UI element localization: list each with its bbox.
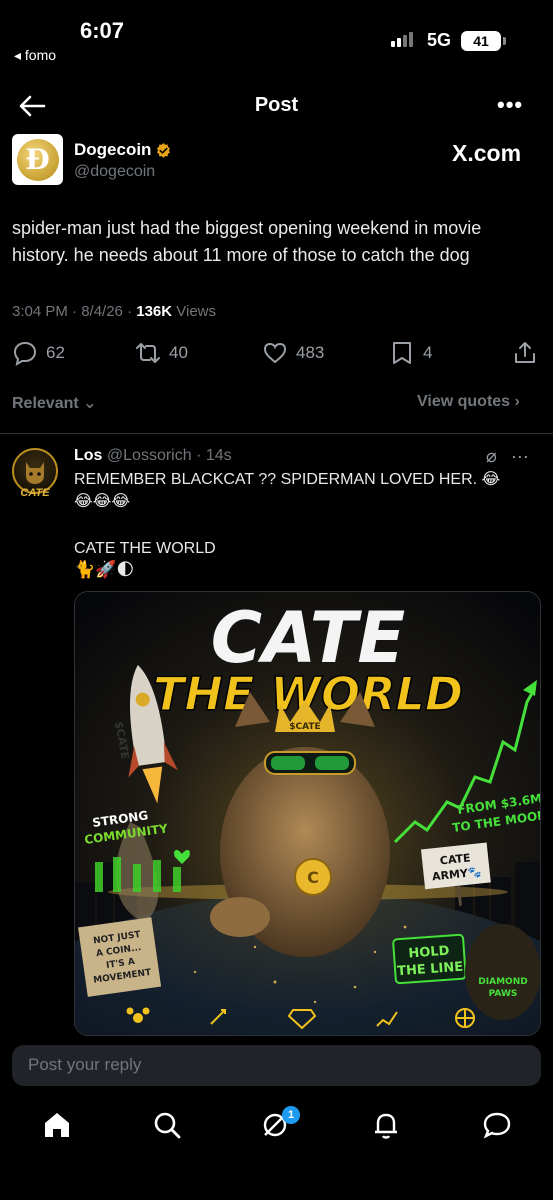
post-timestamp: 3:04 PM · 8/4/26 · xyxy=(12,303,137,320)
page-title: Post xyxy=(254,94,299,116)
like-action[interactable]: 483 xyxy=(262,340,324,366)
post-meta: 3:04 PM · 8/4/26 · 136K Views xyxy=(12,303,216,320)
svg-text:C: C xyxy=(307,868,319,887)
bookmark-action[interactable]: 4 xyxy=(389,340,432,366)
reply-count: 62 xyxy=(46,343,65,362)
reply-line2: CATE THE WORLD xyxy=(74,540,216,557)
share-icon xyxy=(515,342,535,363)
reply-text: REMEMBER BLACKCAT ?? SPIDERMAN LOVED HER… xyxy=(74,469,534,513)
home-icon[interactable] xyxy=(40,1108,74,1142)
crown-label: $CATE xyxy=(289,722,320,732)
reply-line1b: 😂😂😂 xyxy=(74,493,131,510)
notification-badge: 1 xyxy=(282,1106,300,1124)
heart-icon xyxy=(263,342,287,364)
source-label: X.com xyxy=(452,140,522,166)
reply-handle-time: @Lossorich · 14s xyxy=(106,447,232,464)
divider xyxy=(0,433,553,434)
dogecoin-logo-icon: Ð xyxy=(16,138,59,181)
avatar[interactable]: Ð xyxy=(12,134,63,185)
reply-action[interactable]: 62 xyxy=(12,340,65,366)
verified-badge-icon xyxy=(157,142,171,158)
network-type: 5G xyxy=(427,30,452,50)
reply-input[interactable]: Post your reply xyxy=(12,1045,541,1086)
post-text: spider-man just had the biggest opening … xyxy=(12,218,482,265)
battery-icon: 41 xyxy=(461,31,501,51)
views-count: 136K xyxy=(136,303,173,320)
author-name[interactable]: Dogecoin xyxy=(74,140,172,160)
view-quotes-link[interactable]: View quotes › xyxy=(417,393,520,411)
cate-poster-image: CATE THE WORLD $CATE $CATE C STRONG COMM… xyxy=(75,592,540,1035)
status-time: 6:07 xyxy=(80,18,125,43)
reply-image[interactable]: CATE THE WORLD $CATE $CATE C STRONG COMM… xyxy=(74,591,541,1036)
reply-avatar-label: CATE xyxy=(20,487,50,499)
cat-icon xyxy=(26,462,44,484)
signal-icon xyxy=(391,32,413,47)
author-handle[interactable]: @dogecoin xyxy=(74,163,155,181)
more-options-icon[interactable]: ••• xyxy=(497,92,523,118)
reply-line1: REMEMBER BLACKCAT ?? SPIDERMAN LOVED HER… xyxy=(74,471,501,488)
relevance-filter[interactable]: Relevant ⌄ xyxy=(12,393,97,413)
notifications-bell-icon[interactable] xyxy=(369,1108,403,1142)
reply-emojis: 🐈🚀🌓 xyxy=(74,560,135,579)
repost-icon xyxy=(136,343,160,363)
bookmark-icon xyxy=(393,342,411,364)
repost-count: 40 xyxy=(169,343,188,362)
views-label: Views xyxy=(172,303,217,320)
share-action[interactable] xyxy=(512,340,538,366)
battery-cap xyxy=(503,37,506,45)
back-to-app-link[interactable]: ◂ fomo xyxy=(14,47,56,64)
grok-icon[interactable]: ⌀ xyxy=(486,446,497,467)
messages-icon[interactable] xyxy=(480,1108,514,1142)
bookmark-count: 4 xyxy=(423,343,433,362)
hold-line-1: HOLD xyxy=(408,944,450,962)
reply-author-name: Los xyxy=(74,447,103,464)
reply-icons: ⌀ ··· xyxy=(486,446,529,467)
search-icon[interactable] xyxy=(150,1108,184,1142)
reply-more-icon[interactable]: ··· xyxy=(511,446,529,467)
reply-author[interactable]: Los @Lossorich · 14s xyxy=(74,447,232,465)
repost-action[interactable]: 40 xyxy=(135,340,188,366)
like-count: 483 xyxy=(296,343,325,362)
reply-icon xyxy=(13,341,37,366)
author-name-text: Dogecoin xyxy=(74,140,152,159)
diamond-line-1: DIAMOND xyxy=(478,977,527,987)
diamond-line-2: PAWS xyxy=(489,989,518,999)
